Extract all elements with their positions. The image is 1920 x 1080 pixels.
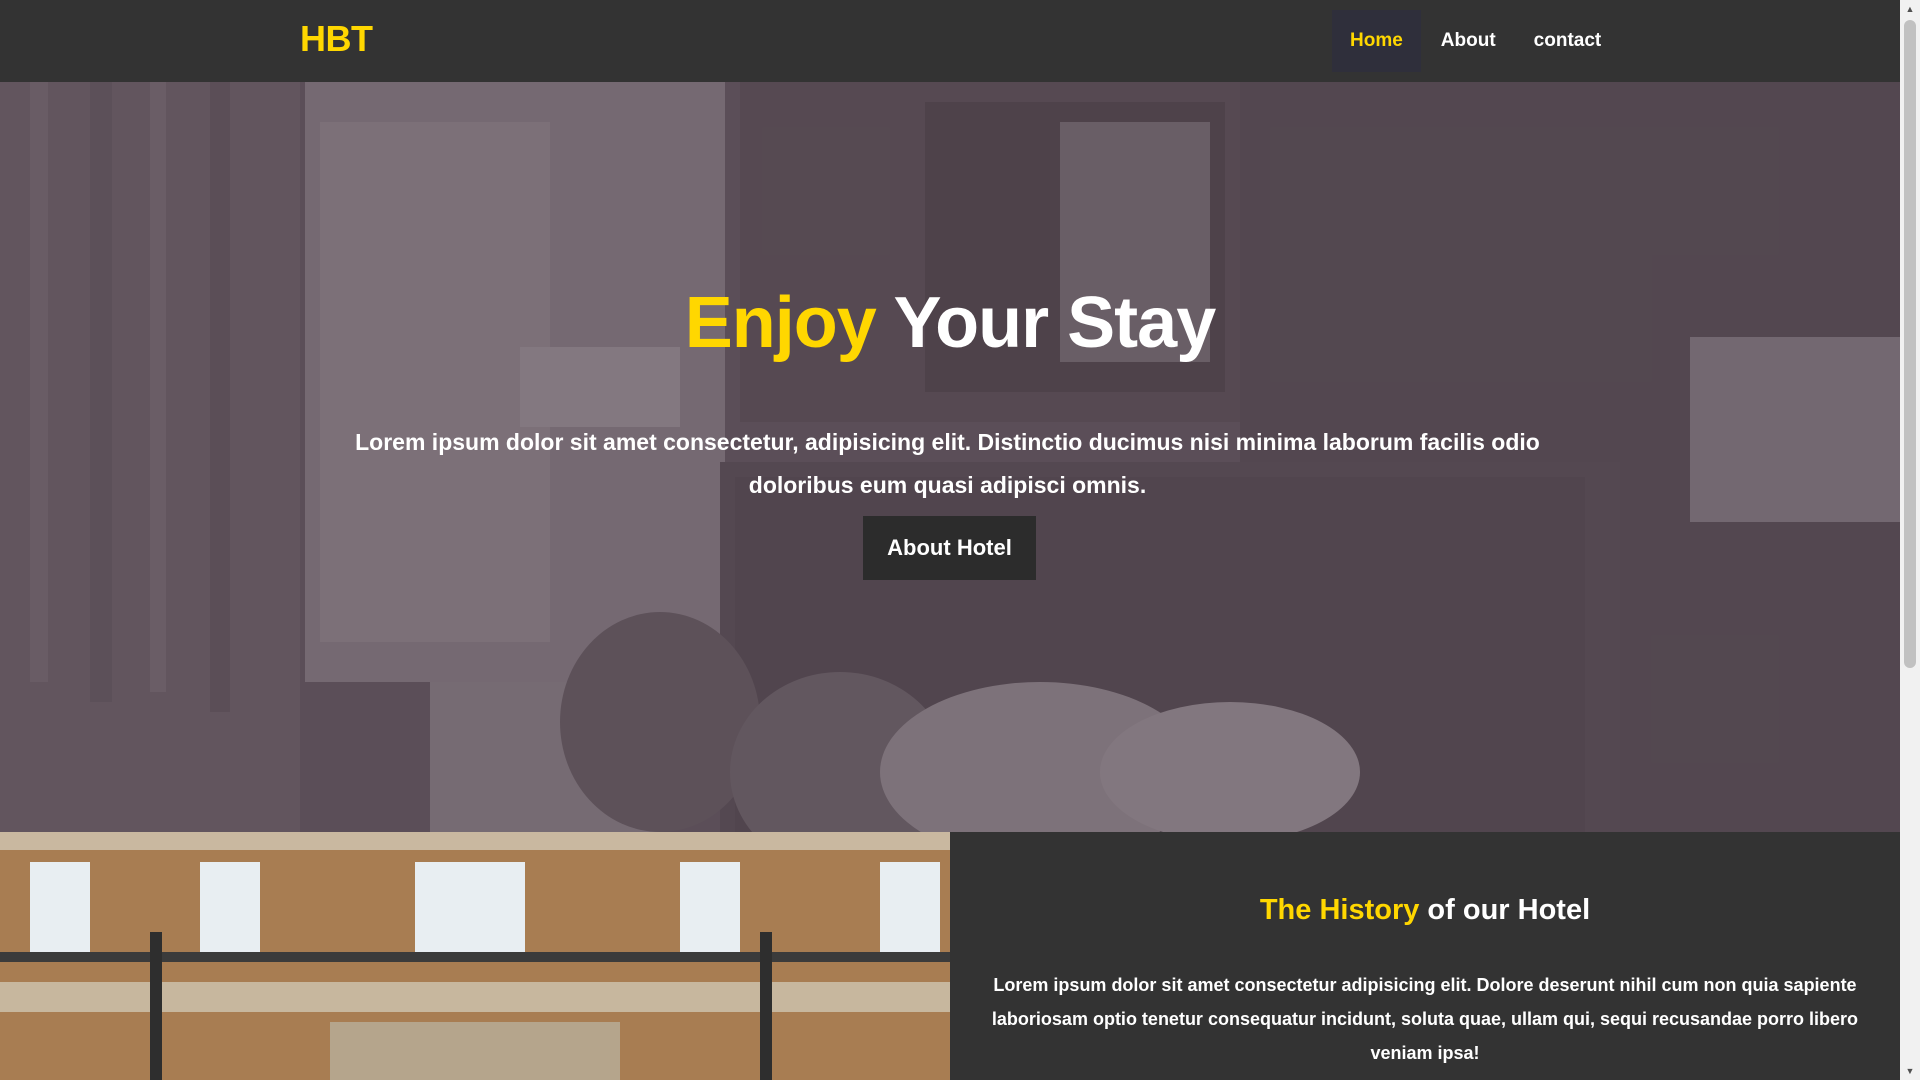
vertical-scrollbar[interactable]: ▲ ▼ [1900, 0, 1920, 1080]
history-title-rest: of our Hotel [1419, 894, 1591, 926]
hero-title-accent: Enjoy [684, 283, 877, 363]
hotel-building-image [0, 832, 950, 1080]
history-title: The History of our Hotel [950, 894, 1900, 927]
history-section: The History of our Hotel Lorem ipsum dol… [950, 832, 1900, 1080]
nav-link-contact[interactable]: contact [1516, 10, 1620, 72]
hotel-facade-illustration [0, 832, 950, 1080]
hero-section: Enjoy Your Stay Lorem ipsum dolor sit am… [0, 82, 1900, 832]
scroll-up-arrow-icon[interactable]: ▲ [1900, 0, 1920, 18]
about-hotel-button[interactable]: About Hotel [863, 516, 1036, 580]
history-title-accent: The History [1259, 894, 1420, 926]
brand-logo[interactable]: HBT [300, 18, 373, 60]
history-description: Lorem ipsum dolor sit amet consectetur a… [991, 975, 1859, 1063]
hero-description: Lorem ipsum dolor sit amet consectetur, … [355, 429, 1540, 498]
navbar: HBT Home About contact [0, 0, 1900, 82]
nav-link-home[interactable]: Home [1332, 10, 1421, 72]
scrollbar-thumb[interactable] [1904, 20, 1916, 668]
nav-links: Home About contact [1332, 0, 1621, 82]
nav-link-about[interactable]: About [1423, 10, 1514, 72]
scroll-down-arrow-icon[interactable]: ▼ [1900, 1062, 1920, 1080]
hero-title: Enjoy Your Stay [0, 282, 1900, 364]
hero-title-rest: Your Stay [875, 283, 1216, 363]
